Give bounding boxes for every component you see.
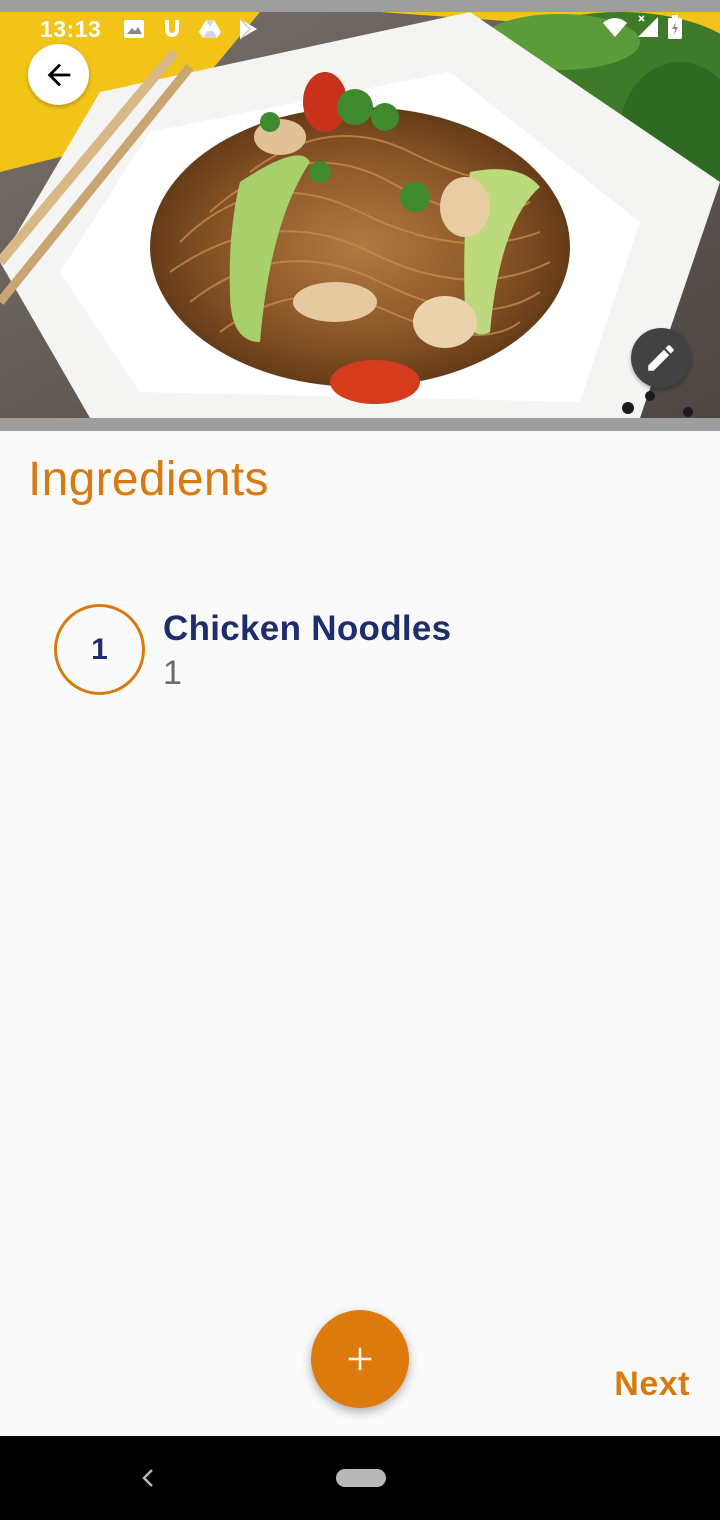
screen: 13:13 Ingredients 1 Chicken Noodles 1 Ne… [0, 0, 720, 1520]
top-strip [0, 0, 720, 12]
plus-icon [348, 1347, 372, 1371]
pencil-icon [648, 345, 674, 371]
ingredient-name: Chicken Noodles [163, 609, 452, 648]
status-icons-right [602, 15, 682, 39]
section-title: Ingredients [28, 453, 269, 506]
signal-icon [638, 15, 658, 37]
image-icon [124, 20, 144, 38]
ingredient-quantity: 1 [163, 654, 182, 692]
drive-icon [199, 20, 221, 38]
ingredient-item[interactable]: 1 Chicken Noodles 1 [54, 604, 694, 696]
battery-icon [668, 15, 682, 39]
edit-image-button[interactable] [631, 328, 691, 388]
wifi-icon [603, 18, 627, 37]
status-bar: 13:13 [0, 12, 720, 46]
recipe-header-image [0, 12, 720, 418]
nav-home-pill[interactable] [336, 1469, 386, 1487]
play-store-icon [239, 18, 257, 40]
next-button[interactable]: Next [614, 1365, 690, 1404]
add-ingredient-button[interactable] [311, 1310, 409, 1408]
arrow-left-icon [47, 63, 70, 86]
header-bottom-strip [0, 418, 720, 431]
noodles-photo [0, 12, 720, 418]
ingredient-index-badge: 1 [54, 604, 145, 695]
status-icons-left [122, 17, 260, 41]
back-button[interactable] [28, 44, 89, 105]
system-nav-bar [0, 1436, 720, 1520]
nav-back-icon[interactable] [138, 1464, 158, 1492]
status-time: 13:13 [40, 16, 102, 42]
u-icon [165, 20, 179, 37]
